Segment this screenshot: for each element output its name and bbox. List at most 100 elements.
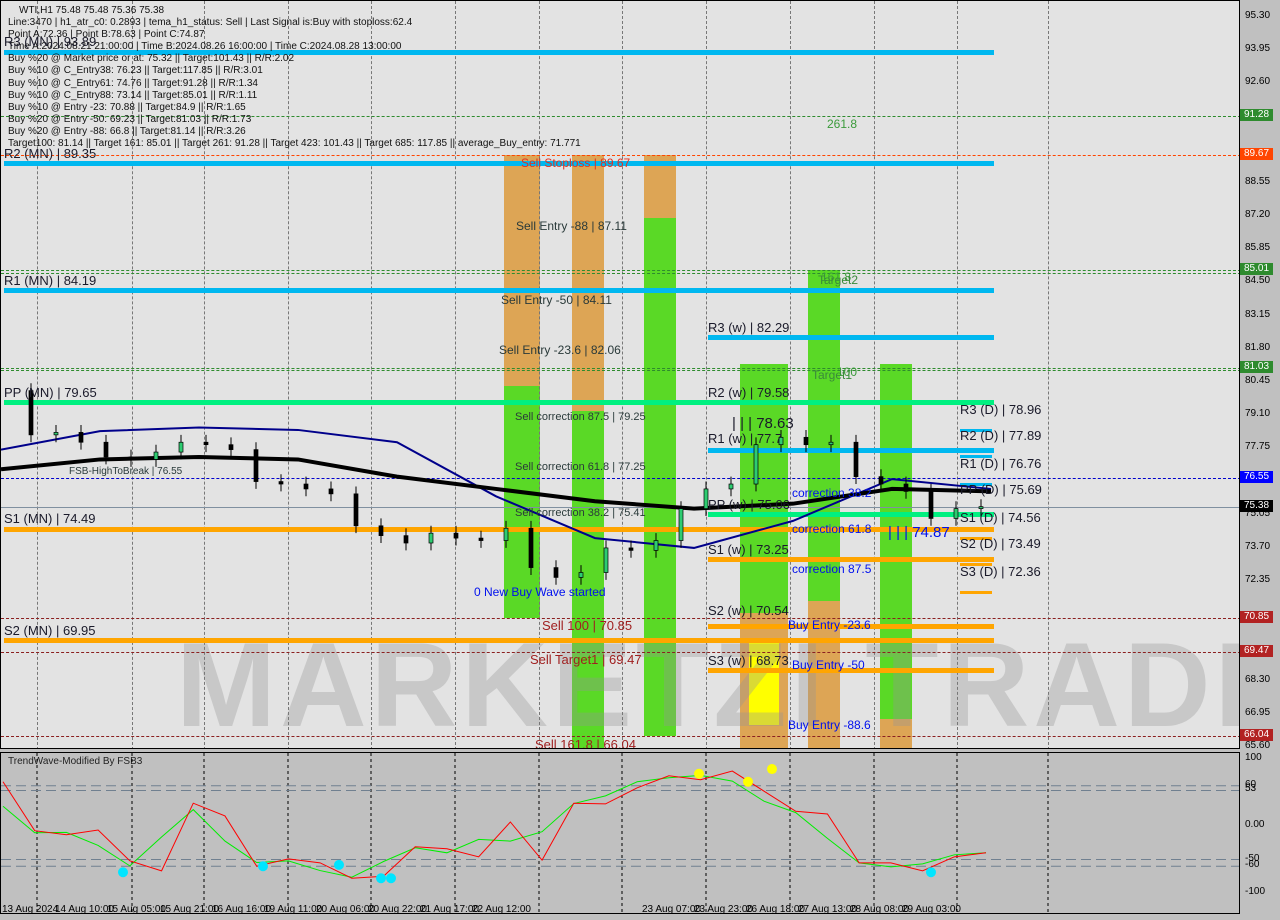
oscillator-signal-dot — [334, 859, 344, 870]
oscillator-signal-dot — [376, 873, 386, 884]
candle — [903, 483, 909, 492]
price-badge: 85.01 — [1240, 262, 1273, 275]
candle — [78, 432, 84, 443]
time-tick-label: 13 Aug 2024 — [2, 904, 59, 915]
oscillator-tick-label: -60 — [1245, 859, 1260, 871]
pp-weekly-label: PP (w) | 75.06 — [708, 497, 790, 512]
candle — [403, 535, 409, 544]
candle — [603, 547, 609, 573]
time-tick-label: 16 Aug 16:00 — [212, 904, 271, 915]
time-tick-label: 20 Aug 22:00 — [368, 904, 427, 915]
sell-1618-label: Sell 161.8 | 66.04 — [535, 737, 636, 749]
candle — [978, 506, 984, 509]
price-tick-label: 84.50 — [1245, 275, 1271, 287]
pp-daily-label: PP (D) | 75.69 — [960, 482, 1042, 497]
oscillator-svg — [1, 753, 1239, 913]
time-tick-label: 15 Aug 05:00 — [107, 904, 166, 915]
info-line: Buy %20 @ Entry -88: 66.8 || Target:81.1… — [8, 125, 246, 137]
sell-entry-50-label: Sell Entry -50 | 84.11 — [501, 293, 612, 307]
sell-correction-618-label: Sell correction 61.8 | 77.25 — [515, 461, 646, 473]
buy-entry-886-label: Buy Entry -88.6 — [788, 718, 871, 732]
candle — [753, 444, 759, 485]
r1-monthly-label: R1 (MN) | 84.19 — [4, 273, 97, 288]
new-buy-wave-label: 0 New Buy Wave started — [474, 585, 606, 599]
price-tick-label: 93.95 — [1245, 43, 1271, 55]
s1-monthly-label: S1 (MN) | 74.49 — [4, 511, 96, 526]
point-b-label: | | | 78.63 — [732, 415, 794, 432]
candle — [328, 488, 334, 495]
candle — [953, 508, 959, 519]
info-line: Buy %10 @ C_Entry88: 73.14 || Target:85.… — [8, 89, 258, 101]
price-badge: 66.04 — [1240, 729, 1273, 742]
candle — [478, 537, 484, 541]
time-tick-label: 20 Aug 06:00 — [316, 904, 375, 915]
sell-entry-88-label: Sell Entry -88 | 87.11 — [516, 219, 627, 233]
candle — [578, 572, 584, 578]
info-line: Buy %20 @ Entry -50: 69.23 || Target:81.… — [8, 113, 252, 125]
candle — [828, 441, 834, 446]
time-tick-label: 23 Aug 23:00 — [694, 904, 753, 915]
oscillator-signal-dot — [926, 867, 936, 878]
time-tick-label: 19 Aug 11:00 — [264, 904, 323, 915]
oscillator-tick-label: 100 — [1245, 752, 1262, 763]
oscillator-tick-label: 0.00 — [1245, 819, 1265, 830]
target2-label: Target2 — [818, 273, 859, 287]
candle — [528, 527, 534, 568]
price-badge: 81.03 — [1240, 360, 1273, 373]
oscillator-panel[interactable]: TrendWave-Modified By FSB3 — [0, 752, 1240, 914]
time-tick-label: 23 Aug 07:00 — [642, 904, 701, 915]
target-2618-label: 261.8 — [827, 117, 858, 131]
candle — [553, 567, 559, 578]
price-chart-panel[interactable]: MARKETZI TRADE WTI,H1 75.48 75.48 75.36 … — [0, 0, 1240, 749]
r3-monthly-label: R3 (MN) | 93.89 — [4, 34, 97, 49]
sell-entry-236-label: Sell Entry -23.6 | 82.06 — [499, 343, 621, 357]
oscillator-signal-dot — [767, 764, 777, 775]
time-tick-label: 22 Aug 12:00 — [472, 904, 531, 915]
price-tick-label: 66.95 — [1245, 706, 1271, 718]
r3-weekly-label: R3 (w) | 82.29 — [708, 320, 790, 335]
oscillator-signal-dot — [258, 861, 268, 872]
price-tick-label: 83.15 — [1245, 308, 1271, 320]
candle — [128, 456, 134, 460]
price-badge: 76.55 — [1240, 470, 1273, 483]
candle — [653, 540, 659, 551]
price-tick-label: 72.35 — [1245, 574, 1271, 586]
candle — [678, 508, 684, 541]
price-tick-label: 81.80 — [1245, 341, 1271, 353]
correction-618-label: correction 61.8 — [792, 522, 872, 536]
correction-382-label: correction 38.2 — [792, 486, 872, 500]
info-line: Buy %10 @ C_Entry61: 74.76 || Target:91.… — [8, 77, 258, 89]
oscillator-signal-dot — [118, 867, 128, 878]
sell-correction-875-label: Sell correction 87.5 | 79.25 — [515, 411, 646, 423]
r1-daily-label: R1 (D) | 76.76 — [960, 456, 1042, 471]
price-tick-label: 87.20 — [1245, 209, 1271, 221]
candle — [853, 441, 859, 477]
s3-weekly-label: S3 (w) | 68.73 — [708, 653, 789, 668]
oscillator-tick-label: -100 — [1245, 886, 1266, 897]
target-100-label: 100 — [837, 365, 858, 379]
oscillator-tick-label: 53 — [1245, 783, 1257, 795]
time-tick-label: 15 Aug 21:00 — [160, 904, 219, 915]
candle — [253, 449, 259, 482]
price-tick-label: 79.10 — [1245, 408, 1271, 420]
candle — [353, 493, 359, 527]
price-badge: 91.28 — [1240, 108, 1273, 121]
candle — [378, 525, 384, 536]
oscillator-red-line — [2, 770, 987, 879]
price-badge: 89.67 — [1240, 148, 1273, 161]
info-line: Buy %10 @ Entry -23: 70.88 || Target:84.… — [8, 101, 246, 113]
sell-correction-382-label: Sell correction 38.2 | 75.41 — [515, 507, 646, 519]
time-tick-label: 26 Aug 18:00 — [746, 904, 805, 915]
price-badge: 75.38 — [1240, 499, 1273, 512]
candle — [178, 441, 184, 453]
time-tick-label: 27 Aug 13:00 — [798, 904, 857, 915]
candle — [453, 532, 459, 539]
point-c-label: | | | 74.87 — [888, 524, 950, 541]
price-tick-label: 73.70 — [1245, 540, 1271, 552]
buy-entry-236-label: Buy Entry -23.6 — [788, 618, 871, 632]
time-tick-label: 29 Aug 03:00 — [902, 904, 961, 915]
s1-weekly-label: S1 (w) | 73.25 — [708, 542, 789, 557]
price-tick-label: 92.60 — [1245, 76, 1271, 88]
r2-monthly-label: R2 (MN) | 89.35 — [4, 146, 97, 161]
sell-100-label: Sell 100 | 70.85 — [542, 618, 633, 633]
